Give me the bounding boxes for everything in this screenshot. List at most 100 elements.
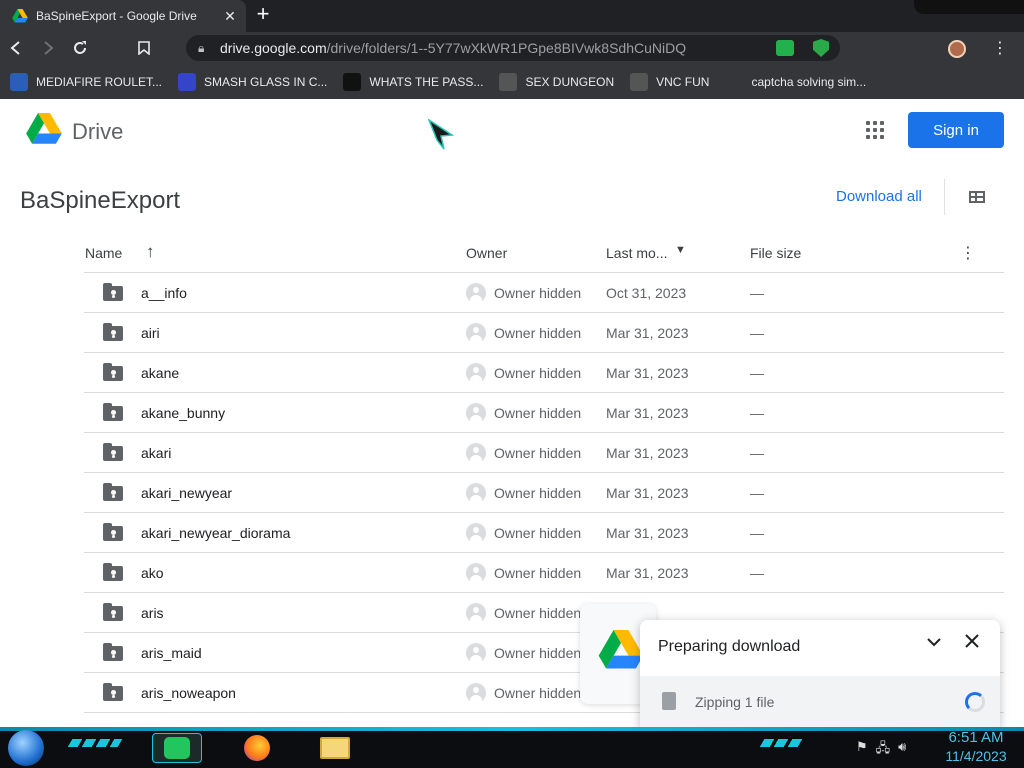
table-row[interactable]: akane Owner hidden Mar 31, 2023 — [84,353,1004,393]
shared-folder-icon [103,443,123,461]
action-center-flag-icon[interactable]: ⚑ [856,739,868,761]
download-panel: Preparing download Zipping 1 file [640,620,1000,727]
download-panel-header: Preparing download [640,620,1000,676]
bookmark-item[interactable]: SEX DUNGEON [499,72,615,91]
column-name[interactable]: Name [85,245,122,261]
bookmark-item[interactable]: MEDIAFIRE ROULET... [10,72,162,91]
shared-folder-icon [103,403,123,421]
file-name[interactable]: aris [141,605,164,621]
gear-icon [630,72,649,91]
table-row[interactable]: akari_newyear Owner hidden Mar 31, 2023 — [84,473,1004,513]
file-name[interactable]: aris_noweapon [141,685,236,701]
file-size: — [750,485,764,501]
table-row[interactable]: airi Owner hidden Mar 31, 2023 — [84,313,1004,353]
file-name[interactable]: akari_newyear_diorama [141,525,290,541]
bookmark-label: SEX DUNGEON [525,74,615,89]
network-icon[interactable]: 🖧︎ [876,739,891,761]
chat-app-icon [164,737,190,759]
owner-avatar-icon [466,283,486,303]
volume-icon[interactable]: 🔊︎ [898,739,906,761]
app-name[interactable]: Drive [72,119,123,145]
extension-chat-icon[interactable] [776,40,794,56]
owner-label: Owner hidden [494,685,582,701]
folder-icon [320,737,350,759]
file-name[interactable]: akane [141,365,179,381]
owner-label: Owner hidden [494,485,582,501]
tab-strip: BaSpineExport - Google Drive ✕ + [0,0,1024,32]
last-modified: Mar 31, 2023 [606,445,689,461]
dark-square-icon [343,72,362,91]
sort-arrow-icon[interactable]: ↑ [146,242,155,262]
taskbar-app-firefox[interactable] [232,733,282,763]
address-bar[interactable]: 🔒︎ drive.google.com/drive/folders/1--5Y7… [186,35,840,61]
file-size: — [750,405,764,421]
file-name[interactable]: akane_bunny [141,405,225,421]
last-modified: Mar 31, 2023 [606,565,689,581]
last-modified: Oct 31, 2023 [606,285,687,301]
download-all-link[interactable]: Download all [836,188,922,205]
loading-spinner-icon [965,692,985,712]
file-name[interactable]: ako [141,565,164,581]
bookmark-item[interactable]: WHATS THE PASS... [343,72,483,91]
google-drive-favicon-icon [12,9,28,23]
table-row[interactable]: akari_newyear_diorama Owner hidden Mar 31,… [84,513,1004,553]
file-size: — [750,285,764,301]
table-row[interactable]: ako Owner hidden Mar 31, 2023 — [84,553,1004,593]
bookmark-button[interactable] [128,32,160,64]
owner-label: Owner hidden [494,285,582,301]
file-name[interactable]: airi [141,325,160,341]
column-file-size: File size [750,245,802,261]
back-button[interactable] [0,32,32,64]
bookmark-item[interactable]: captcha solving sim... [725,72,866,91]
more-options-icon[interactable]: ⋮ [960,243,976,263]
last-modified: Mar 31, 2023 [606,405,689,421]
mediafire-icon [10,72,28,91]
file-name[interactable]: a__info [141,285,187,301]
forward-arrow-icon [44,41,54,55]
file-name[interactable]: aris_maid [141,645,202,661]
browser-toolbar: 🔒︎ drive.google.com/drive/folders/1--5Y7… [0,32,1024,64]
download-item: Zipping 1 file [640,676,1000,727]
file-name[interactable]: akari [141,445,171,461]
clock-date: 11/4/2023 [945,748,1007,764]
file-size: — [750,565,764,581]
owner-avatar-icon [466,603,486,623]
last-modified: Mar 31, 2023 [606,365,689,381]
browser-menu-icon[interactable]: ⋮ [992,38,1008,58]
taskbar-clock[interactable]: 6:51 AM 11/4/2023 [936,729,1016,765]
table-row[interactable]: akari Owner hidden Mar 31, 2023 — [84,433,1004,473]
shared-folder-icon [103,683,123,701]
tab-close-icon[interactable]: ✕ [220,8,240,25]
collapse-chevron-icon[interactable] [926,634,942,655]
sort-dropdown-icon[interactable]: ▼ [675,244,686,256]
google-apps-icon[interactable] [866,121,886,141]
grid-view-icon[interactable] [969,191,985,203]
reload-button[interactable] [64,32,96,64]
back-arrow-icon [10,41,20,55]
taskbar-app-explorer[interactable] [310,733,360,763]
bookmark-icon [138,41,150,55]
bookmark-item[interactable]: VNC FUN [630,72,709,91]
start-button[interactable] [8,730,44,766]
owner-avatar-icon [466,523,486,543]
profile-avatar[interactable] [948,40,966,58]
table-row[interactable]: a__info Owner hidden Oct 31, 2023 — [84,273,1004,313]
new-tab-button[interactable]: + [252,3,274,26]
browser-tab[interactable]: BaSpineExport - Google Drive ✕ [0,0,246,32]
shared-folder-icon [103,523,123,541]
shared-folder-icon [103,363,123,381]
forward-button[interactable] [32,32,64,64]
sign-in-button[interactable]: Sign in [908,112,1004,148]
column-last-modified[interactable]: Last mo... [606,245,667,261]
bookmark-item[interactable]: SMASH GLASS IN C... [178,72,327,91]
owner-label: Owner hidden [494,645,582,661]
file-name[interactable]: akari_newyear [141,485,232,501]
taskbar-decoration [759,739,805,747]
google-drive-logo-icon[interactable] [26,113,62,145]
close-icon[interactable] [964,632,980,655]
table-row[interactable]: akane_bunny Owner hidden Mar 31, 2023 — [84,393,1004,433]
tab-title: BaSpineExport - Google Drive [36,9,197,23]
google-drive-logo-icon [598,630,644,669]
file-size: — [750,325,764,341]
taskbar-app-chat[interactable] [152,733,202,763]
